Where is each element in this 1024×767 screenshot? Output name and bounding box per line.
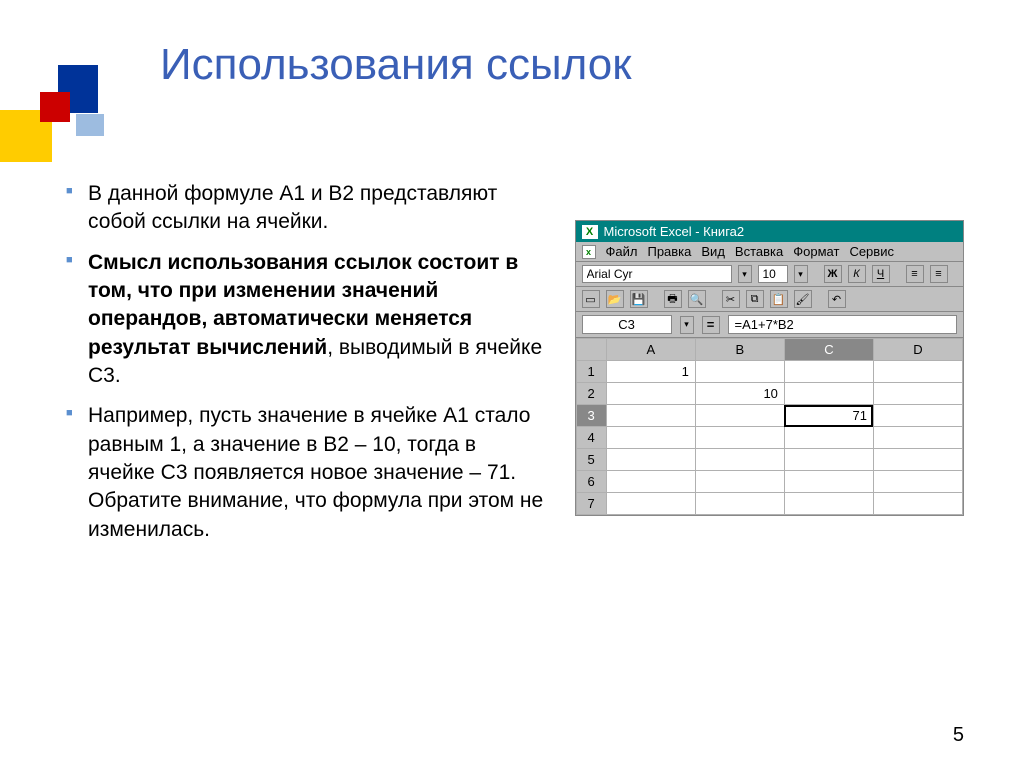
open-file-icon[interactable]: 📂 (606, 290, 624, 308)
cell-C3[interactable]: 71 (784, 405, 873, 427)
excel-app-icon: X (582, 225, 598, 239)
align-left-button[interactable]: ≡ (906, 265, 924, 283)
select-all-corner[interactable] (576, 339, 606, 361)
col-header-B[interactable]: B (695, 339, 784, 361)
cell-B1[interactable] (695, 361, 784, 383)
row-header-5[interactable]: 5 (576, 449, 606, 471)
cut-icon[interactable]: ✂ (722, 290, 740, 308)
cell-D1[interactable] (873, 361, 962, 383)
print-preview-icon[interactable]: 🔍 (688, 290, 706, 308)
excel-formula-bar: C3 ▾ = =A1+7*B2 (576, 312, 964, 338)
excel-title-text: Microsoft Excel - Книга2 (604, 224, 745, 239)
spreadsheet-grid[interactable]: A B C D 1 1 2 10 (576, 338, 964, 515)
menu-insert[interactable]: Вставка (735, 244, 783, 259)
bullet-text: В данной формуле А1 и В2 представляют со… (88, 182, 497, 233)
bullet-text: Например, пусть значение в ячейке А1 ста… (88, 404, 543, 540)
copy-icon[interactable]: ⧉ (746, 290, 764, 308)
cell-C1[interactable] (784, 361, 873, 383)
save-icon[interactable]: 💾 (630, 290, 648, 308)
cell-A7[interactable] (606, 493, 695, 515)
row-header-4[interactable]: 4 (576, 427, 606, 449)
menu-service[interactable]: Сервис (849, 244, 894, 259)
row-header-6[interactable]: 6 (576, 471, 606, 493)
cell-C4[interactable] (784, 427, 873, 449)
row-header-1[interactable]: 1 (576, 361, 606, 383)
bullet-list: В данной формуле А1 и В2 представляют со… (60, 180, 545, 556)
menu-view[interactable]: Вид (701, 244, 725, 259)
cell-C5[interactable] (784, 449, 873, 471)
formula-input[interactable]: =A1+7*B2 (728, 315, 958, 334)
font-size-input[interactable] (758, 265, 788, 283)
cell-C7[interactable] (784, 493, 873, 515)
undo-icon[interactable]: ↶ (828, 290, 846, 308)
cell-D5[interactable] (873, 449, 962, 471)
cell-D7[interactable] (873, 493, 962, 515)
underline-button[interactable]: Ч (872, 265, 890, 283)
accent-square-red (40, 92, 70, 122)
cell-A6[interactable] (606, 471, 695, 493)
print-icon[interactable]: 🖶 (664, 290, 682, 308)
cell-D3[interactable] (873, 405, 962, 427)
bold-button[interactable]: Ж (824, 265, 842, 283)
bullet-item: В данной формуле А1 и В2 представляют со… (60, 180, 545, 237)
accent-square-lightblue (76, 114, 104, 136)
slide-title: Использования ссылок (160, 40, 964, 90)
cell-A5[interactable] (606, 449, 695, 471)
align-center-button[interactable]: ≡ (930, 265, 948, 283)
new-file-icon[interactable]: ▭ (582, 290, 600, 308)
format-painter-icon[interactable]: 🖌 (794, 290, 812, 308)
cell-A2[interactable] (606, 383, 695, 405)
bullet-item: Смысл использования ссылок состоит в том… (60, 249, 545, 391)
menu-format[interactable]: Формат (793, 244, 839, 259)
cell-C6[interactable] (784, 471, 873, 493)
cell-B2[interactable]: 10 (695, 383, 784, 405)
cell-B6[interactable] (695, 471, 784, 493)
font-size-dropdown[interactable]: ▾ (794, 265, 808, 283)
excel-screenshot: X Microsoft Excel - Книга2 x Файл Правка… (575, 220, 965, 556)
row-header-3[interactable]: 3 (576, 405, 606, 427)
cell-D2[interactable] (873, 383, 962, 405)
paste-icon[interactable]: 📋 (770, 290, 788, 308)
cell-C2[interactable] (784, 383, 873, 405)
bullet-item: Например, пусть значение в ячейке А1 ста… (60, 402, 545, 544)
excel-titlebar: X Microsoft Excel - Книга2 (576, 221, 964, 242)
cell-A1[interactable]: 1 (606, 361, 695, 383)
col-header-D[interactable]: D (873, 339, 962, 361)
font-name-input[interactable] (582, 265, 732, 283)
excel-doc-icon: x (582, 245, 596, 259)
menu-file[interactable]: Файл (606, 244, 638, 259)
cell-B3[interactable] (695, 405, 784, 427)
font-name-dropdown[interactable]: ▾ (738, 265, 752, 283)
cell-B5[interactable] (695, 449, 784, 471)
name-box[interactable]: C3 (582, 315, 672, 334)
excel-standard-toolbar: ▭ 📂 💾 🖶 🔍 ✂ ⧉ 📋 🖌 ↶ (576, 287, 964, 312)
row-header-7[interactable]: 7 (576, 493, 606, 515)
page-number: 5 (953, 724, 964, 747)
slide-accent-graphic (0, 60, 110, 160)
menu-edit[interactable]: Правка (647, 244, 691, 259)
cell-B7[interactable] (695, 493, 784, 515)
col-header-C[interactable]: C (784, 339, 873, 361)
italic-button[interactable]: К (848, 265, 866, 283)
excel-menubar: x Файл Правка Вид Вставка Формат Сервис (576, 242, 964, 262)
cell-D4[interactable] (873, 427, 962, 449)
name-box-dropdown[interactable]: ▾ (680, 316, 694, 334)
col-header-A[interactable]: A (606, 339, 695, 361)
cell-A3[interactable] (606, 405, 695, 427)
excel-font-toolbar: ▾ ▾ Ж К Ч ≡ ≡ (576, 262, 964, 287)
cell-A4[interactable] (606, 427, 695, 449)
row-header-2[interactable]: 2 (576, 383, 606, 405)
formula-equals-button[interactable]: = (702, 316, 720, 334)
cell-B4[interactable] (695, 427, 784, 449)
cell-D6[interactable] (873, 471, 962, 493)
